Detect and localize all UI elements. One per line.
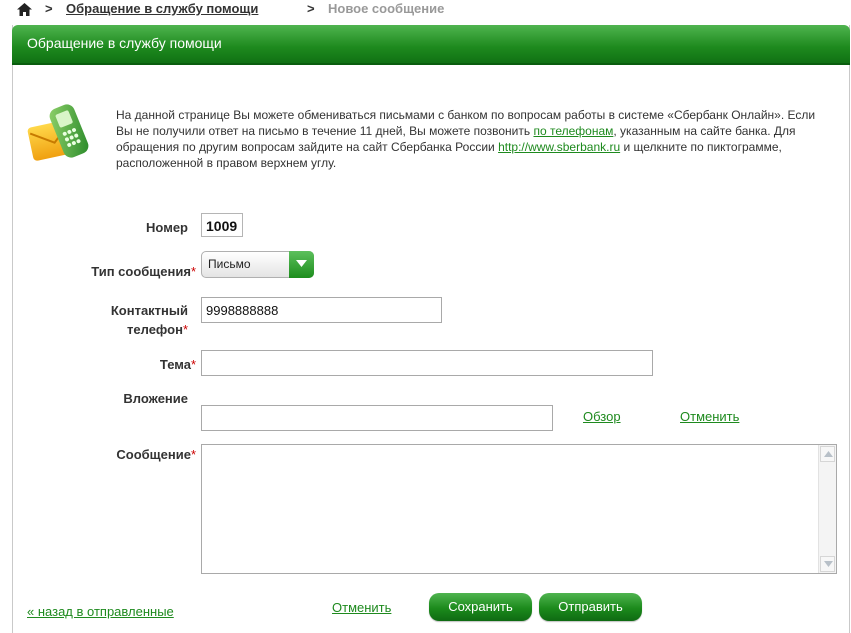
- required-mark: *: [190, 447, 196, 462]
- topic-input[interactable]: [201, 350, 653, 376]
- sberbank-site-link[interactable]: http://www.sberbank.ru: [498, 140, 620, 154]
- required-mark: *: [190, 357, 196, 372]
- attachment-label: Вложение: [90, 391, 188, 406]
- breadcrumb-parent-link[interactable]: Обращение в службу помощи: [66, 1, 258, 16]
- phone-input[interactable]: [201, 297, 442, 323]
- attachment-input[interactable]: [201, 405, 553, 431]
- required-mark: *: [182, 322, 188, 337]
- number-label: Номер: [90, 220, 188, 235]
- save-button[interactable]: Сохранить: [429, 593, 532, 621]
- type-label-text: Тип сообщения: [91, 264, 191, 279]
- required-mark: *: [190, 264, 196, 279]
- attachment-label-text: Вложение: [123, 391, 188, 406]
- breadcrumb-separator: >: [45, 1, 53, 16]
- panel-header: Обращение в службу помощи: [12, 25, 850, 65]
- panel-title: Обращение в службу помощи: [27, 35, 222, 51]
- type-label: Тип сообщения*: [40, 264, 196, 279]
- intro-text: На данной странице Вы можете обмениватьс…: [116, 107, 828, 171]
- cancel-link[interactable]: Отменить: [332, 600, 391, 615]
- phones-link[interactable]: по телефонам: [533, 124, 613, 138]
- cancel-attachment-link[interactable]: Отменить: [680, 409, 739, 424]
- browse-link[interactable]: Обзор: [583, 409, 621, 424]
- number-label-text: Номер: [146, 220, 188, 235]
- phone-label-line1: Контактный: [110, 303, 188, 318]
- message-label: Сообщение*: [60, 447, 196, 462]
- back-to-sent-link[interactable]: « назад в отправленные: [27, 604, 174, 619]
- message-type-select[interactable]: Письмо: [201, 251, 314, 278]
- breadcrumb-current: Новое сообщение: [328, 1, 445, 16]
- breadcrumb: > Обращение в службу помощи > Новое сооб…: [0, 0, 851, 26]
- message-type-value: Письмо: [208, 257, 251, 271]
- phone-label-line2: телефон: [127, 322, 183, 337]
- message-label-text: Сообщение: [116, 447, 191, 462]
- scroll-up-icon[interactable]: [820, 446, 835, 462]
- breadcrumb-separator: >: [307, 1, 315, 16]
- message-textarea[interactable]: [201, 444, 837, 574]
- message-scrollbar[interactable]: [818, 445, 836, 573]
- number-value: 1009: [201, 213, 243, 237]
- topic-label: Тема*: [90, 357, 196, 372]
- phone-label: Контактный телефон*: [60, 301, 188, 339]
- home-icon[interactable]: [16, 2, 33, 17]
- topic-label-text: Тема: [159, 357, 191, 372]
- phone-envelope-icon: [26, 99, 101, 167]
- header-divider: [12, 63, 850, 65]
- send-button[interactable]: Отправить: [539, 593, 642, 621]
- select-arrow-button[interactable]: [289, 251, 314, 278]
- chevron-down-icon: [296, 260, 307, 267]
- scroll-down-icon[interactable]: [820, 556, 835, 572]
